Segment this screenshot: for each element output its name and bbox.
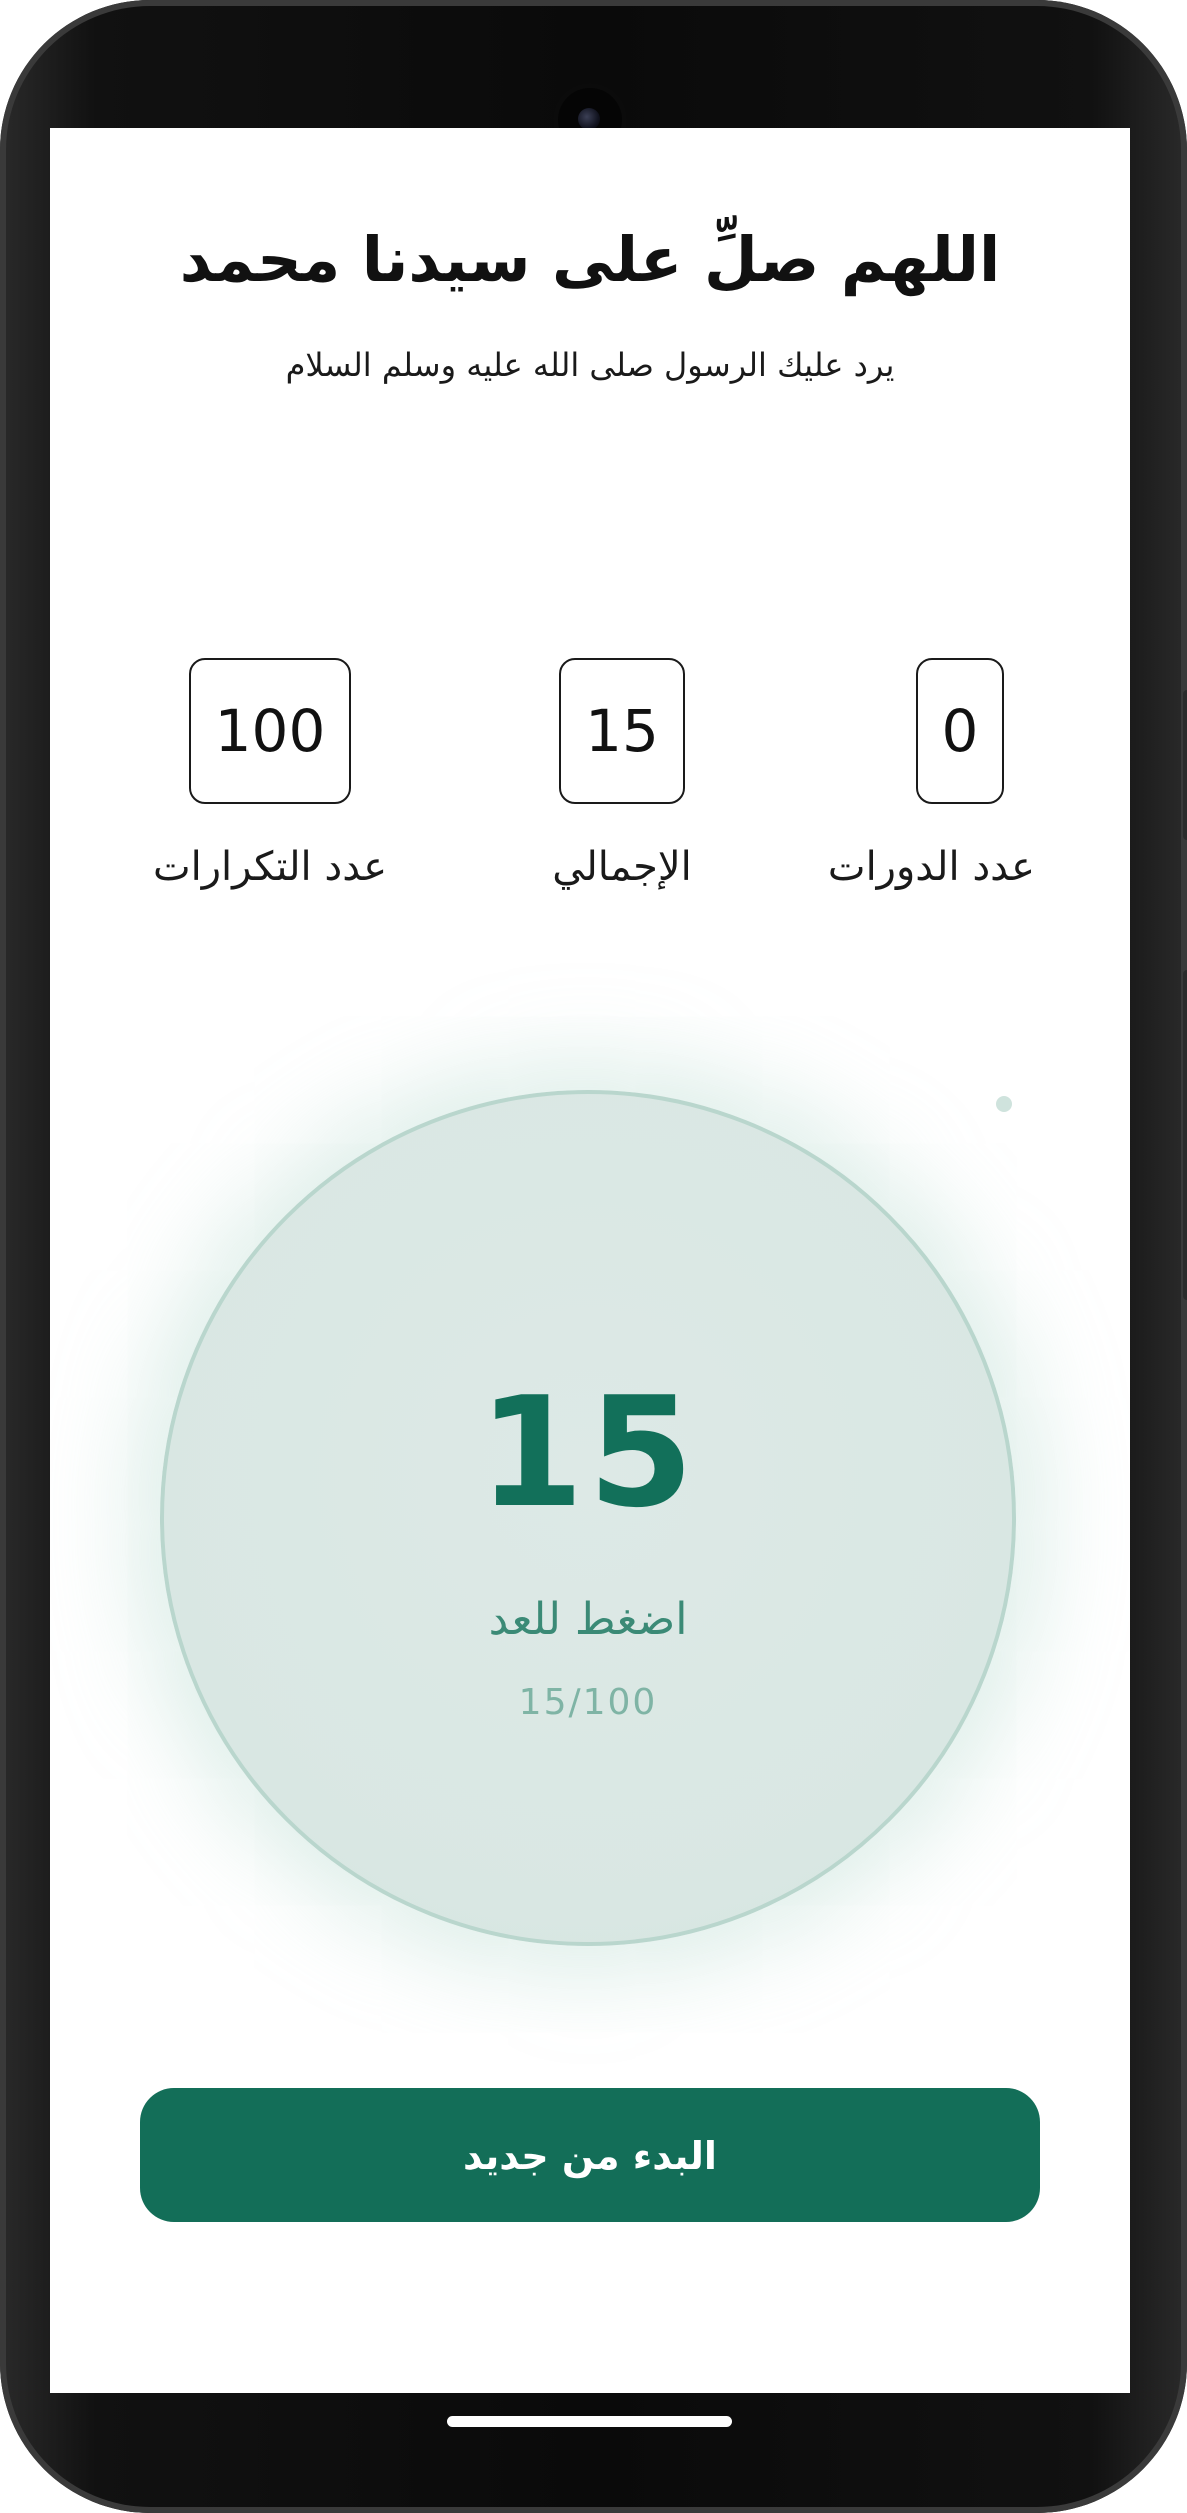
stat-cycles-value: 0 — [915, 658, 1005, 804]
tap-counter-button[interactable]: 15 اضغط للعد 15/100 — [160, 1090, 1016, 1946]
stat-total-value: 15 — [559, 658, 685, 804]
power-button — [1183, 970, 1187, 1300]
stat-repetitions: 100 عدد التكرارات — [140, 658, 400, 890]
stat-total-label: الإجمالي — [552, 844, 692, 890]
counter-value: 15 — [478, 1364, 698, 1541]
stat-repetitions-label: عدد التكرارات — [152, 844, 388, 890]
stat-cycles-label: عدد الدورات — [827, 844, 1035, 890]
page-subtitle: يرد عليك الرسول صلى الله عليه وسلم السلا… — [285, 346, 895, 384]
indicator-dot — [996, 1096, 1012, 1112]
app-screen: اللهم صلِّ على سيدنا محمد يرد عليك الرسو… — [50, 128, 1130, 2393]
phone-frame: اللهم صلِّ على سيدنا محمد يرد عليك الرسو… — [0, 0, 1187, 2513]
counter-progress: 15/100 — [518, 1682, 658, 1723]
stat-cycles: 0 عدد الدورات — [827, 658, 1035, 890]
volume-button — [1183, 690, 1187, 840]
counter-hint: اضغط للعد — [488, 1594, 688, 1645]
stat-repetitions-value: 100 — [188, 658, 352, 804]
stat-total: 15 الإجمالي — [532, 658, 712, 890]
home-indicator[interactable] — [447, 2416, 732, 2427]
page-title: اللهم صلِّ على سيدنا محمد — [179, 223, 1001, 296]
reset-button[interactable]: البدء من جديد — [140, 2088, 1040, 2222]
